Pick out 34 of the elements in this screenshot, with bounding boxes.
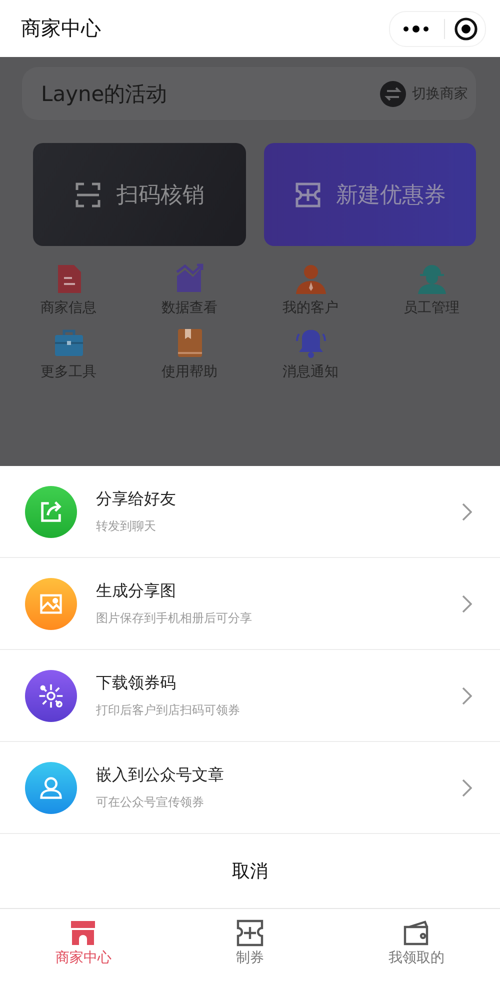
new-coupon-button[interactable]: 新建优惠券 (264, 143, 476, 246)
user-icon (25, 762, 77, 814)
share-icon (25, 486, 77, 538)
chevron-right-icon (462, 502, 472, 520)
scan-icon (74, 180, 102, 208)
chevron-right-icon (462, 594, 472, 612)
option-subtitle: 图片保存到手机相册后可分享 (96, 610, 253, 626)
option-title: 嵌入到公众号文章 (96, 764, 225, 786)
image-icon (25, 578, 77, 630)
qr-burst-icon (25, 670, 77, 722)
option-subtitle: 转发到聊天 (96, 518, 157, 534)
swap-icon[interactable] (380, 80, 406, 106)
option-title: 生成分享图 (96, 580, 177, 602)
close-icon[interactable] (453, 16, 479, 42)
store-icon (69, 919, 98, 947)
wallet-icon (402, 919, 431, 947)
option-title: 下载领券码 (96, 672, 177, 694)
tab-item[interactable]: 制券 (166, 919, 334, 977)
option-subtitle: 可在公众号宣传领券 (96, 794, 205, 810)
share-option[interactable]: 生成分享图 图片保存到手机相册后可分享 (0, 558, 500, 650)
option-subtitle: 打印后客户到店扫码可领券 (96, 702, 241, 718)
coupon-icon (236, 919, 264, 947)
coupon-icon (294, 180, 322, 208)
share-option[interactable]: 分享给好友 转发到聊天 (0, 466, 500, 558)
chevron-right-icon (462, 686, 472, 704)
activity-title: Layne的活动 (41, 80, 168, 108)
scan-verify-button[interactable]: 扫码核销 (33, 143, 246, 246)
book-icon[interactable] (176, 327, 202, 359)
page-title: 商家中心 (21, 15, 101, 42)
chevron-right-icon (462, 778, 472, 796)
share-option[interactable]: 下载领券码 打印后客户到店扫码可领券 (0, 650, 500, 742)
option-title: 分享给好友 (96, 488, 177, 510)
tab-item[interactable]: 商家中心 (0, 919, 167, 977)
tab-item[interactable]: 我领取的 (333, 919, 500, 977)
